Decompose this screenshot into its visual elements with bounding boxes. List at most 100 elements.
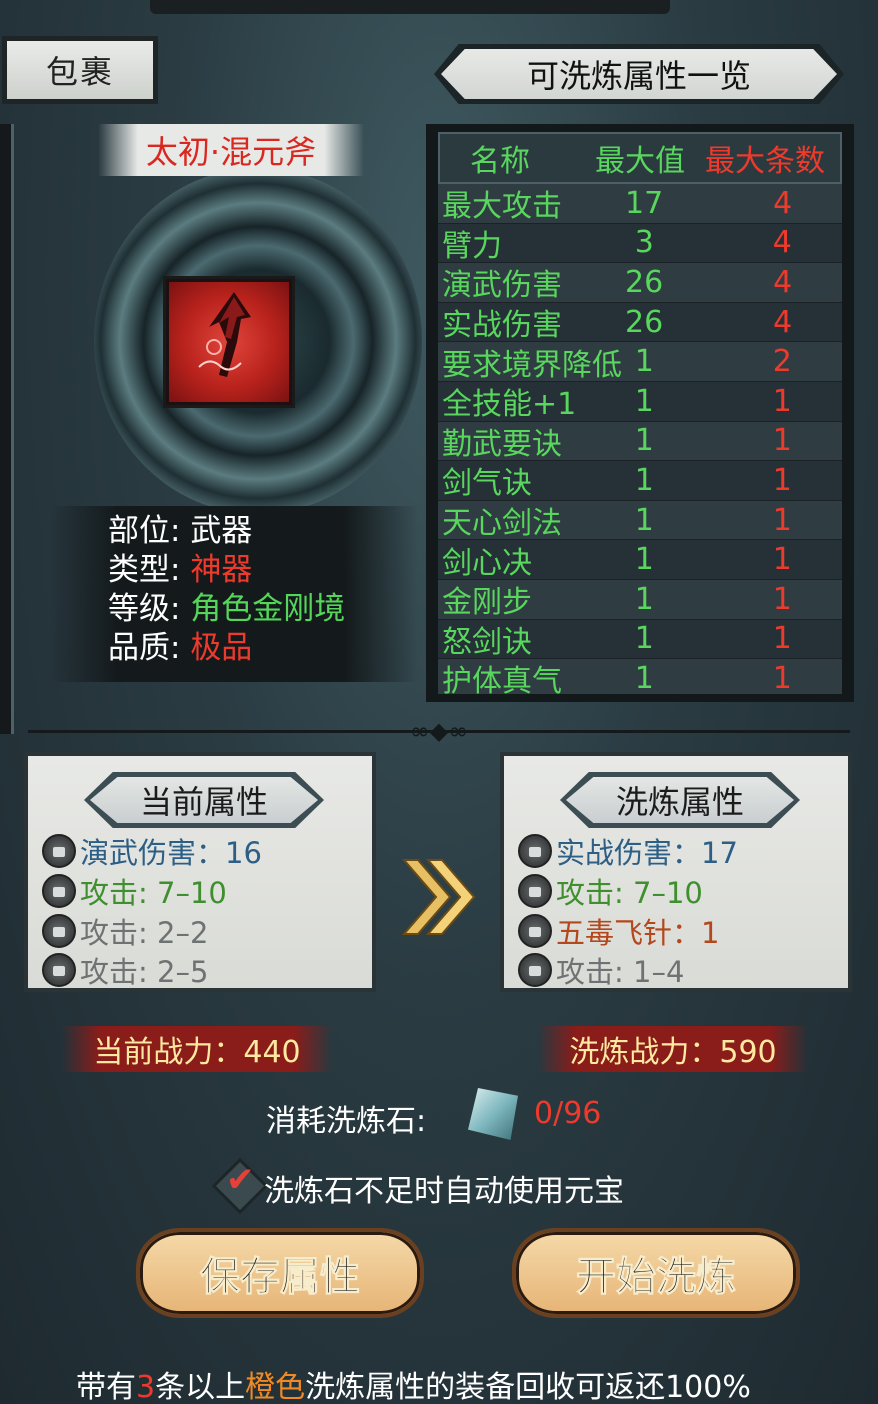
- row-name: 全技能+1: [442, 387, 577, 423]
- left-frame: [0, 124, 14, 734]
- refined-attr-row[interactable]: 五毒飞针：1: [518, 910, 719, 952]
- row-count: 1: [772, 542, 792, 578]
- row-name: 臂力: [442, 228, 502, 264]
- row-name: 剑气诀: [442, 466, 532, 502]
- attr-list-title: 可洗炼属性一览: [441, 49, 837, 99]
- footer-note: 带有3条以上橙色洗炼属性的装备回收可返还100%: [76, 1362, 751, 1404]
- attr-text: 攻击: 7–10: [80, 876, 227, 910]
- table-row: 剑气诀 1 1: [438, 461, 842, 501]
- table-row: 臂力 3 4: [438, 223, 842, 264]
- cost-value: 0/96: [534, 1096, 602, 1131]
- attr-text: 攻击: 7–10: [556, 876, 703, 910]
- table-row: 护体真气 1 1: [438, 659, 842, 694]
- row-max: 26: [625, 264, 664, 300]
- refined-attr-row[interactable]: 实战伤害：17: [518, 830, 738, 872]
- axe-icon: [169, 282, 289, 402]
- footer-color-word: 橙色: [245, 1370, 306, 1404]
- attr-text: 攻击: 2–5: [80, 955, 209, 989]
- table-row: 怒剑诀 1 1: [438, 619, 842, 660]
- item-name: 太初·混元斧: [98, 124, 364, 176]
- row-max: 3: [634, 225, 654, 261]
- header-name: 名称: [470, 144, 530, 179]
- footer-text: 条以上: [155, 1370, 246, 1404]
- refined-attr-card: 洗炼属性 实战伤害：17 攻击: 7–10 五毒飞针：1 攻击: 1–4: [500, 752, 852, 992]
- row-max: 1: [634, 660, 654, 694]
- row-count: 4: [773, 304, 793, 340]
- row-max: 17: [625, 185, 664, 221]
- row-count: 1: [772, 423, 792, 459]
- footer-text: 带有: [76, 1370, 136, 1404]
- bag-tab[interactable]: 包裹: [2, 36, 158, 104]
- lock-icon[interactable]: [42, 834, 76, 868]
- row-count: 4: [772, 225, 792, 261]
- lock-icon[interactable]: [518, 834, 552, 868]
- row-count: 1: [772, 621, 792, 657]
- row-name: 护体真气: [442, 664, 562, 694]
- divider-ornament-icon: ∞◆∞: [409, 717, 469, 745]
- info-value: 神器: [190, 552, 253, 588]
- info-row-type: 类型: 神器: [108, 551, 252, 590]
- footer-text: 洗炼属性的装备回收可返还100%: [305, 1370, 751, 1404]
- row-count: 1: [772, 383, 792, 419]
- top-frame: [150, 0, 670, 14]
- lock-icon[interactable]: [42, 874, 76, 908]
- attr-text: 五毒飞针：1: [556, 916, 720, 950]
- current-attr-row[interactable]: 攻击: 2–2: [42, 910, 208, 952]
- lock-icon[interactable]: [518, 914, 552, 948]
- row-max: 1: [634, 502, 654, 538]
- row-count: 1: [772, 660, 792, 694]
- current-attr-row[interactable]: 攻击: 7–10: [42, 870, 227, 912]
- current-attr-row[interactable]: 攻击: 2–5: [42, 949, 208, 991]
- attr-list-body[interactable]: 最大攻击 17 4 臂力 3 4 演武伤害 26 4 实战伤害 26 4 要求境界降低 1 2 全技…: [438, 184, 842, 694]
- row-name: 剑心决: [442, 545, 532, 581]
- table-row: 勤武要诀 1 1: [438, 421, 842, 462]
- row-name: 金刚步: [442, 585, 532, 621]
- table-row: 金刚步 1 1: [438, 579, 842, 621]
- start-refine-button[interactable]: 开始洗炼: [512, 1228, 800, 1318]
- save-attr-button[interactable]: 保存属性: [136, 1228, 424, 1318]
- table-row: 全技能+1 1 1: [438, 381, 842, 423]
- auto-use-label[interactable]: 洗炼石不足时自动使用元宝: [264, 1166, 624, 1210]
- info-value: 武器: [190, 513, 253, 549]
- attr-text: 攻击: 2–2: [80, 916, 209, 950]
- row-name: 天心剑法: [442, 506, 562, 542]
- start-button-label: 开始洗炼: [576, 1254, 737, 1301]
- info-row-quality: 品质: 极品: [108, 629, 252, 668]
- row-count: 2: [772, 344, 792, 380]
- row-max: 1: [634, 621, 654, 657]
- row-name: 要求境界降低: [442, 347, 622, 383]
- attr-text: 实战伤害：17: [556, 836, 738, 870]
- table-row: 最大攻击 17 4: [438, 184, 842, 224]
- table-row: 天心剑法 1 1: [438, 500, 842, 542]
- row-count: 1: [772, 581, 792, 617]
- info-label: 品质:: [108, 630, 181, 666]
- lock-icon[interactable]: [42, 953, 76, 987]
- row-name: 勤武要诀: [442, 426, 562, 462]
- lock-icon[interactable]: [42, 914, 76, 948]
- info-value: 极品: [190, 630, 253, 666]
- info-row-level: 等级: 角色金刚境: [108, 590, 345, 629]
- refined-attr-row[interactable]: 攻击: 1–4: [518, 949, 684, 991]
- table-row: 剑心决 1 1: [438, 540, 842, 581]
- item-slot[interactable]: [163, 276, 295, 408]
- double-arrow-icon: [396, 852, 482, 942]
- row-name: 演武伤害: [442, 268, 562, 304]
- info-row-slot: 部位: 武器: [108, 512, 252, 551]
- current-attr-title: 当前属性: [90, 777, 318, 823]
- refine-stone-icon[interactable]: [468, 1088, 518, 1140]
- row-name: 怒剑诀: [442, 624, 532, 660]
- cost-label: 消耗洗炼石:: [266, 1104, 427, 1139]
- table-row: 实战伤害 26 4: [438, 302, 842, 343]
- current-attr-card: 当前属性 演武伤害：16 攻击: 7–10 攻击: 2–2 攻击: 2–5: [24, 752, 376, 992]
- lock-icon[interactable]: [518, 874, 552, 908]
- current-attr-row[interactable]: 演武伤害：16: [42, 830, 262, 872]
- row-max: 26: [625, 304, 664, 340]
- lock-icon[interactable]: [518, 953, 552, 987]
- refined-attr-row[interactable]: 攻击: 7–10: [518, 870, 703, 912]
- table-row: 演武伤害 26 4: [438, 263, 842, 303]
- table-row: 要求境界降低 1 2: [438, 342, 842, 383]
- row-max: 1: [634, 581, 654, 617]
- row-max: 1: [634, 344, 654, 380]
- checkmark-icon: ✔: [226, 1160, 255, 1200]
- attr-list-panel[interactable]: 名称 最大值 最大条数 最大攻击 17 4 臂力 3 4 演武伤害 26 4 实战伤害 26 4…: [426, 124, 854, 702]
